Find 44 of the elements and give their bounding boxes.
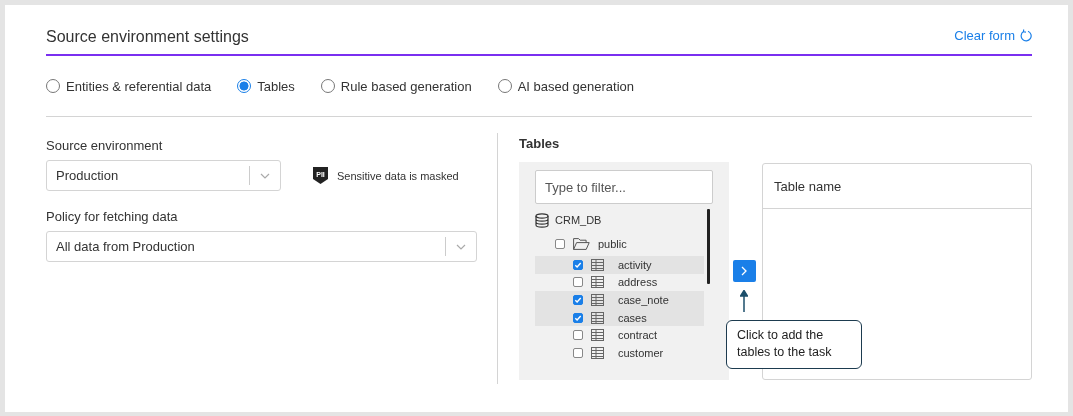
table-grid-icon [591,294,604,306]
database-icon [535,212,549,228]
tree-item[interactable]: address [535,273,704,292]
tree-item[interactable]: public [535,232,704,256]
checkbox[interactable] [573,277,583,288]
table-grid-icon [591,311,604,324]
table-grid-icon [591,276,604,289]
table-grid-icon [591,346,604,359]
section-title: Source environment settings [46,27,249,46]
chevron-down-icon [260,172,270,179]
field-label: Policy for fetching data [46,209,178,224]
mode-radio-option[interactable]: Rule based generation [320,78,472,94]
scrollbar[interactable] [707,209,710,284]
tree-item[interactable]: case_note [535,291,704,309]
tree-item[interactable]: customer [535,343,704,362]
chevron-right-icon [741,266,747,276]
dropdown-field[interactable]: Production [46,160,281,191]
field-label: Source environment [46,138,163,153]
dropdown-field[interactable]: All data from Production [46,231,477,262]
checkbox[interactable] [573,330,583,341]
arrow-up-icon [740,290,748,312]
table-grid-icon [591,329,604,342]
reset-icon [1020,29,1032,42]
mode-radio-option[interactable]: AI based generation [497,78,635,94]
checkbox[interactable] [573,295,583,305]
add-tables-button[interactable] [732,260,756,282]
checkbox[interactable] [555,239,565,249]
tree-item[interactable]: activity [535,256,704,274]
mode-radio-option[interactable]: Entities & referential data [46,78,212,94]
column-header: Table name [763,164,1031,209]
filter-field[interactable]: Type to filter... [535,170,713,204]
panel-title: Tables [519,136,560,151]
checkbox[interactable] [573,259,583,270]
hint-callout: Click to add the tables to the task [726,320,862,369]
tree-item[interactable]: contract [535,326,704,344]
table-grid-icon [591,258,604,271]
checkbox[interactable] [573,347,583,358]
checkbox[interactable] [573,312,583,323]
tree-item[interactable]: CRM_DB [535,208,704,232]
clear-form-link[interactable]: Clear form [954,28,1032,43]
chevron-down-icon [456,243,466,250]
open-folder-icon [573,238,590,250]
masking-note: Sensitive data is masked [337,169,459,182]
mode-radio-option[interactable]: Tables [237,78,295,94]
